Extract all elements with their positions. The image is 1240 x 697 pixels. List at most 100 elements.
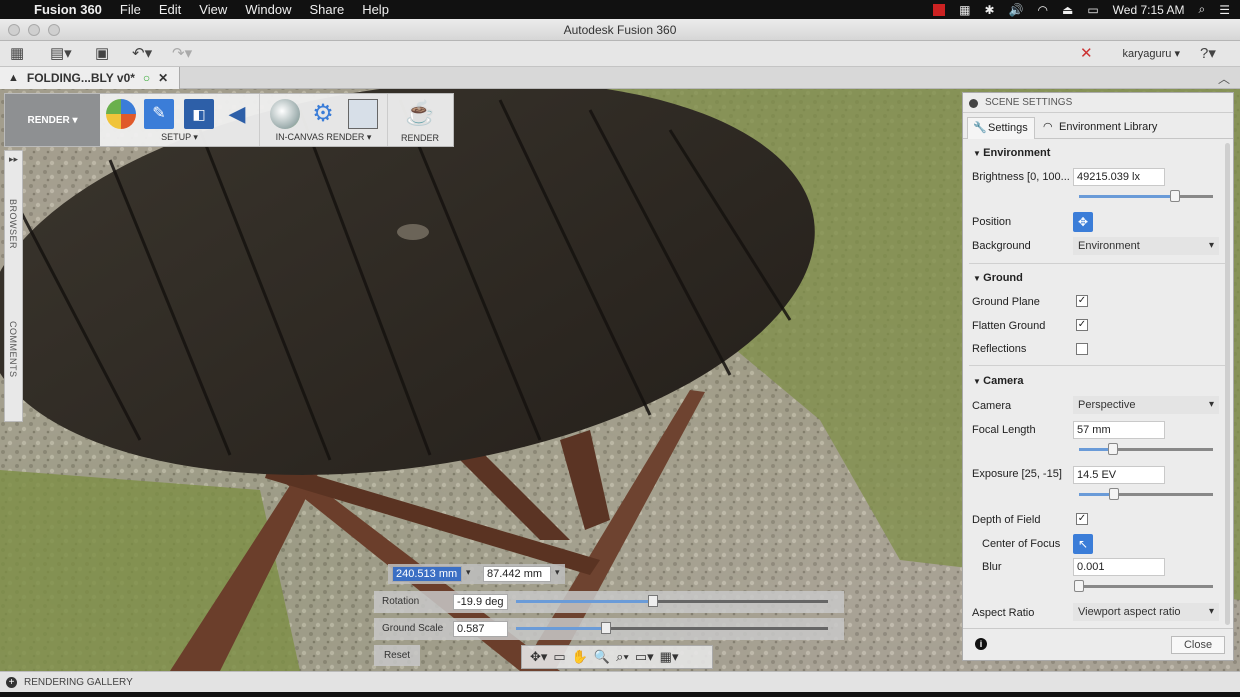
close-tab-icon[interactable]: ✕ (158, 71, 168, 85)
texture-map-icon[interactable]: ◧ (184, 99, 214, 129)
brightness-slider-knob[interactable] (1170, 190, 1180, 202)
rotation-input[interactable]: -19.9 deg (453, 594, 508, 610)
expand-browser-icon[interactable]: ▸▸ (9, 154, 18, 165)
zoom-icon[interactable]: 🔍 (594, 649, 610, 665)
user-account-menu[interactable]: karyaguru ▾ (1123, 47, 1181, 60)
undo-icon[interactable]: ↶▾ (132, 44, 152, 64)
move-environment-icon[interactable]: ✥ (1073, 212, 1093, 232)
exposure-slider-knob[interactable] (1109, 488, 1119, 500)
ground-position-inputs: 240.513 mm ▾ 87.442 mm ▾ (388, 564, 565, 584)
focal-length-slider-knob[interactable] (1108, 443, 1118, 455)
redo-icon[interactable]: ↷▾ (172, 44, 192, 64)
ground-y-input[interactable]: 87.442 mm (483, 566, 551, 582)
tab-settings[interactable]: 🔧 Settings (967, 117, 1035, 139)
comments-tab[interactable]: COMMENTS (8, 321, 18, 378)
render-settings-gear-icon[interactable]: ⚙ (308, 99, 338, 129)
file-menu-icon[interactable]: ▤▾ (50, 44, 72, 64)
ground-scale-slider-knob[interactable] (601, 622, 611, 634)
menu-view[interactable]: View (199, 2, 227, 17)
signal-icon[interactable]: ▦ (959, 3, 970, 17)
display-settings-icon[interactable]: ▭▾ (635, 649, 654, 665)
scene-settings-icon[interactable]: ✎ (144, 99, 174, 129)
blur-slider-knob[interactable] (1074, 580, 1084, 592)
x-dropdown-icon[interactable]: ▾ (466, 567, 471, 578)
center-of-focus-pick-icon[interactable]: ↖ (1073, 534, 1093, 554)
close-button[interactable]: Close (1171, 636, 1225, 654)
collapse-icon[interactable]: ︿ (1218, 70, 1230, 87)
brightness-slider[interactable] (1079, 190, 1213, 202)
look-at-icon[interactable]: ▭ (553, 649, 565, 665)
ground-plane-checkbox[interactable]: ✓ (1076, 295, 1088, 307)
background-select[interactable]: Environment (1073, 237, 1219, 255)
camera-section-header[interactable]: Camera (973, 375, 1023, 387)
blur-slider[interactable] (1074, 580, 1213, 592)
aspect-ratio-select[interactable]: Viewport aspect ratio (1073, 603, 1219, 621)
panel-collapse-icon[interactable] (969, 99, 978, 108)
rotation-slider-knob[interactable] (648, 595, 658, 607)
rendering-gallery-bar[interactable]: + RENDERING GALLERY (0, 671, 1240, 692)
render-group: ☕ RENDER (388, 94, 452, 146)
clock[interactable]: Wed 7:15 AM (1113, 3, 1185, 17)
rotation-slider[interactable] (516, 595, 828, 607)
focal-length-input[interactable]: 57 mm (1073, 421, 1165, 439)
expand-gallery-icon[interactable]: + (6, 677, 17, 688)
notification-center-icon[interactable]: ☰ (1219, 3, 1230, 17)
depth-of-field-checkbox[interactable]: ✓ (1076, 513, 1088, 525)
blur-input[interactable]: 0.001 (1073, 558, 1165, 576)
brightness-input[interactable]: 49215.039 lx (1073, 168, 1165, 186)
reset-button[interactable]: Reset (374, 645, 420, 666)
ground-section-header[interactable]: Ground (973, 272, 1023, 284)
exposure-input[interactable]: 14.5 EV (1073, 466, 1165, 484)
reflections-checkbox[interactable] (1076, 343, 1088, 355)
data-panel-grid-icon[interactable]: ▦ (10, 44, 24, 64)
focal-length-slider[interactable] (1079, 443, 1213, 455)
in-canvas-render-label[interactable]: IN-CANVAS RENDER ▾ (260, 132, 387, 143)
save-icon[interactable]: ▣ (95, 44, 109, 64)
help-icon[interactable]: ?▾ (1200, 44, 1216, 64)
menu-window[interactable]: Window (245, 2, 291, 17)
notifications-muted-icon[interactable]: ✕ (1080, 44, 1093, 64)
grid-settings-icon[interactable]: ▦▾ (660, 649, 679, 665)
zoom-window-button[interactable] (48, 24, 60, 36)
y-dropdown-icon[interactable]: ▾ (555, 567, 560, 578)
menu-file[interactable]: File (120, 2, 141, 17)
orbit-icon[interactable]: ✥▾ (530, 649, 547, 665)
ground-scale-input[interactable]: 0.587 (453, 621, 508, 637)
appearance-icon[interactable] (106, 99, 136, 129)
browser-tab[interactable]: BROWSER (8, 199, 18, 249)
document-tab[interactable]: ▲ FOLDING...BLY v0* ○ ✕ (0, 67, 180, 89)
app-menu-name[interactable]: Fusion 360 (34, 2, 102, 17)
volume-icon[interactable]: 🔊 (1009, 3, 1024, 17)
panel-scrollbar[interactable] (1225, 143, 1230, 625)
menu-help[interactable]: Help (362, 2, 389, 17)
fit-icon[interactable]: ⌕▾ (616, 649, 629, 665)
tab-environment-library[interactable]: ◠ Environment Library (1039, 117, 1169, 139)
camera-type-select[interactable]: Perspective (1073, 396, 1219, 414)
focal-length-label: Focal Length (972, 424, 1036, 436)
in-canvas-render-icon[interactable] (270, 99, 300, 129)
menu-edit[interactable]: Edit (159, 2, 181, 17)
close-window-button[interactable] (8, 24, 20, 36)
brightness-slider-fill (1079, 195, 1175, 198)
ground-x-input[interactable]: 240.513 mm (392, 566, 462, 582)
render-label[interactable]: RENDER (388, 133, 452, 143)
minimize-window-button[interactable] (28, 24, 40, 36)
record-icon[interactable] (933, 3, 946, 16)
menu-share[interactable]: Share (309, 2, 344, 17)
battery-icon[interactable]: ▭ (1087, 3, 1098, 17)
exposure-slider[interactable] (1079, 488, 1213, 500)
decal-icon[interactable]: ◀ (222, 99, 252, 129)
bluetooth-icon[interactable]: ✱ (984, 3, 994, 17)
info-icon[interactable]: i (975, 638, 987, 650)
eject-icon[interactable]: ⏏ (1062, 3, 1073, 17)
capture-image-icon[interactable] (348, 99, 378, 129)
wifi-icon[interactable]: ◠ (1038, 3, 1048, 17)
ground-scale-slider[interactable] (516, 622, 828, 634)
environment-section-header[interactable]: Environment (973, 147, 1050, 159)
flatten-ground-checkbox[interactable]: ✓ (1076, 319, 1088, 331)
pan-icon[interactable]: ✋ (572, 649, 588, 665)
spotlight-icon[interactable]: ⌕ (1199, 2, 1206, 17)
setup-label[interactable]: SETUP ▾ (100, 132, 259, 143)
workspace-switcher[interactable]: RENDER ▾ (5, 94, 100, 146)
teapot-render-icon[interactable]: ☕ (405, 99, 435, 129)
